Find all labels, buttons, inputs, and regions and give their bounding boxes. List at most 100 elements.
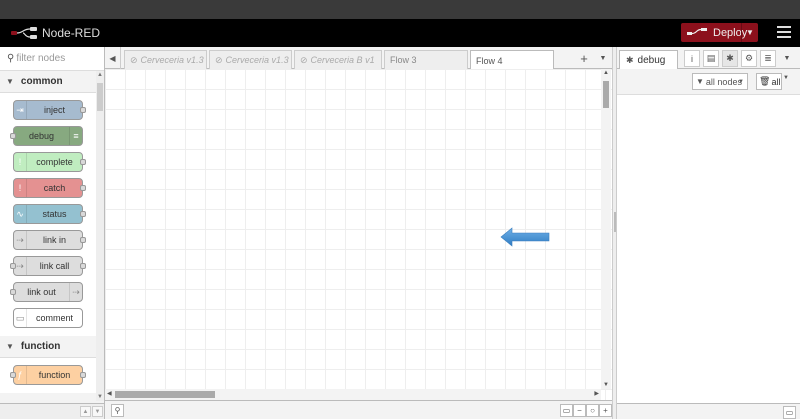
context-data-icon[interactable]: ≣ — [760, 50, 776, 67]
navigator-map-icon[interactable]: ▭ — [560, 404, 573, 417]
input-port — [10, 133, 16, 139]
output-port — [80, 185, 86, 191]
output-port — [80, 107, 86, 113]
palette-scrollbar[interactable]: ▲ ▼ — [96, 71, 104, 401]
scroll-down-icon[interactable]: ▼ — [96, 394, 104, 400]
palette-node[interactable]: link out ⇢ — [10, 282, 83, 302]
deploy-menu-caret-icon[interactable]: ▼ — [741, 23, 758, 42]
tab-flow[interactable]: ⊘ Cerveceria B v1 — [294, 50, 382, 69]
tab-label: Flow 4 — [476, 55, 503, 66]
tab-label: Cerveceria B v1 — [310, 55, 375, 65]
info-icon[interactable]: i — [684, 50, 700, 67]
tab-debug-label: debug — [637, 55, 666, 66]
app-title: Node-RED — [42, 26, 101, 40]
filter-icon: ▼ — [696, 77, 704, 86]
deploy-icon — [687, 23, 707, 42]
help-book-icon[interactable]: ▤ — [703, 50, 719, 67]
palette-node[interactable]: ! catch — [13, 178, 86, 198]
palette-node-label: complete — [36, 157, 73, 167]
palette-search-placeholder: filter nodes — [16, 53, 66, 64]
palette-node[interactable]: ∿ status — [13, 204, 86, 224]
palette-node-label: function — [38, 370, 71, 380]
workspace-horizontal-scrollbar[interactable]: ◀ ▶ — [105, 389, 601, 400]
clear-debug-label: all — [771, 76, 781, 87]
tab-scroll-left-icon[interactable]: ◀ — [105, 47, 121, 69]
debug-filter-dropdown[interactable]: ▼ all nodes ▼ — [692, 73, 748, 90]
palette-node[interactable]: ⇥ inject — [13, 100, 86, 120]
workspace-tabs: ◀ ⊘ Cerveceria v1.3 ⊘ Cerveceria v1.3 ⊘ Cerve… — [105, 47, 612, 70]
palette-category-label: function — [20, 341, 61, 352]
palette-node-list: ƒ function — [0, 358, 104, 393]
left-arrow-icon — [500, 227, 550, 247]
zoom-out-icon[interactable]: − — [573, 404, 586, 417]
clear-debug-button[interactable]: 🗑 all — [756, 73, 782, 90]
disabled-icon: ⊘ — [300, 54, 308, 65]
output-port — [80, 211, 86, 217]
exclamation-icon: ! — [14, 179, 27, 197]
palette-node-label: comment — [35, 313, 73, 323]
palette-category-1[interactable]: ▼ function — [0, 336, 104, 358]
palette-node[interactable]: ⇢ link in — [13, 230, 86, 250]
disabled-icon: ⊘ — [130, 54, 138, 65]
zoom-in-icon[interactable]: + — [599, 404, 612, 417]
sidebar-menu-caret-icon[interactable]: ▼ — [779, 50, 795, 67]
palette-category-label: common — [20, 76, 63, 87]
palette-node-label: link in — [42, 235, 66, 245]
palette-node-label: status — [42, 209, 67, 219]
link-icon: ⇢ — [69, 283, 82, 301]
tab-list-menu-icon[interactable]: ▼ — [594, 47, 612, 69]
scroll-left-icon[interactable]: ◀ — [107, 389, 112, 400]
tab-label: Flow 3 — [390, 55, 417, 65]
search-flows-icon[interactable]: ⚲ — [111, 404, 124, 417]
workspace-vscroll-thumb[interactable] — [603, 81, 609, 108]
pulse-icon: ∿ — [14, 205, 27, 223]
scroll-down-icon[interactable]: ▼ — [601, 382, 611, 388]
node-red-logo-icon — [11, 27, 37, 39]
palette-search-input[interactable]: ⚲ filter nodes — [0, 47, 104, 71]
arrow-right-icon: ⇥ — [14, 101, 27, 119]
disabled-icon: ⊘ — [215, 54, 223, 65]
config-gear-icon[interactable]: ⚙ — [741, 50, 757, 67]
chevron-down-icon: ▼ — [6, 342, 14, 351]
tab-flow[interactable]: Flow 3 — [384, 50, 468, 69]
palette-node-label: link call — [39, 261, 70, 271]
chevron-down-icon: ▼ — [738, 78, 744, 85]
app-header: Node-RED — [0, 19, 800, 47]
palette-scroll-thumb[interactable] — [97, 83, 103, 111]
collapse-all-icon[interactable]: ▲ — [80, 406, 91, 417]
node-palette: ⚲ filter nodes ▼ common ⇥ inject debug ≡! comp… — [0, 47, 105, 403]
output-port — [80, 159, 86, 165]
sidebar: ✱ debug i ▤ ✱ ⚙ ≣ ▼ ▼ all nodes ▼ 🗑 all … — [617, 47, 800, 419]
workspace-vertical-scrollbar[interactable]: ▲ ▼ — [601, 69, 611, 389]
debug-bug-icon[interactable]: ✱ — [722, 50, 738, 67]
palette-node-label: debug — [28, 131, 55, 141]
input-port — [10, 263, 16, 269]
open-window-icon[interactable]: ▭ — [783, 406, 796, 419]
palette-category-0[interactable]: ▼ common — [0, 71, 104, 93]
palette-node-label: catch — [43, 183, 66, 193]
tab-debug[interactable]: ✱ debug — [619, 50, 678, 70]
scroll-up-icon[interactable]: ▲ — [96, 72, 104, 78]
deploy-button[interactable]: Deploy ▼ — [681, 23, 758, 42]
zoom-reset-icon[interactable]: ○ — [586, 404, 599, 417]
scroll-up-icon[interactable]: ▲ — [601, 70, 611, 76]
palette-node[interactable]: ! complete — [13, 152, 86, 172]
search-icon: ⚲ — [7, 53, 15, 64]
scroll-right-icon[interactable]: ▶ — [594, 389, 599, 400]
output-port — [80, 237, 86, 243]
palette-node[interactable]: debug ≡ — [10, 126, 83, 146]
workspace-footer: ⚲ ▭ − ○ + — [105, 400, 612, 419]
workspace-hscroll-thumb[interactable] — [115, 391, 215, 398]
main-menu-icon[interactable] — [777, 26, 791, 38]
browser-top-strip — [0, 0, 800, 19]
add-flow-icon[interactable]: + — [574, 47, 594, 69]
expand-all-icon[interactable]: ▼ — [92, 406, 103, 417]
tab-flow[interactable]: Flow 4 — [470, 50, 554, 70]
input-port — [10, 372, 16, 378]
palette-node[interactable]: ⇢ link call — [10, 256, 86, 276]
clear-menu-caret-icon[interactable]: ▼ — [783, 75, 789, 81]
tab-flow[interactable]: ⊘ Cerveceria v1.3 — [209, 50, 292, 69]
tab-flow[interactable]: ⊘ Cerveceria v1.3 — [124, 50, 207, 69]
palette-node[interactable]: ▭ comment — [13, 308, 83, 328]
palette-node[interactable]: ƒ function — [10, 365, 86, 385]
